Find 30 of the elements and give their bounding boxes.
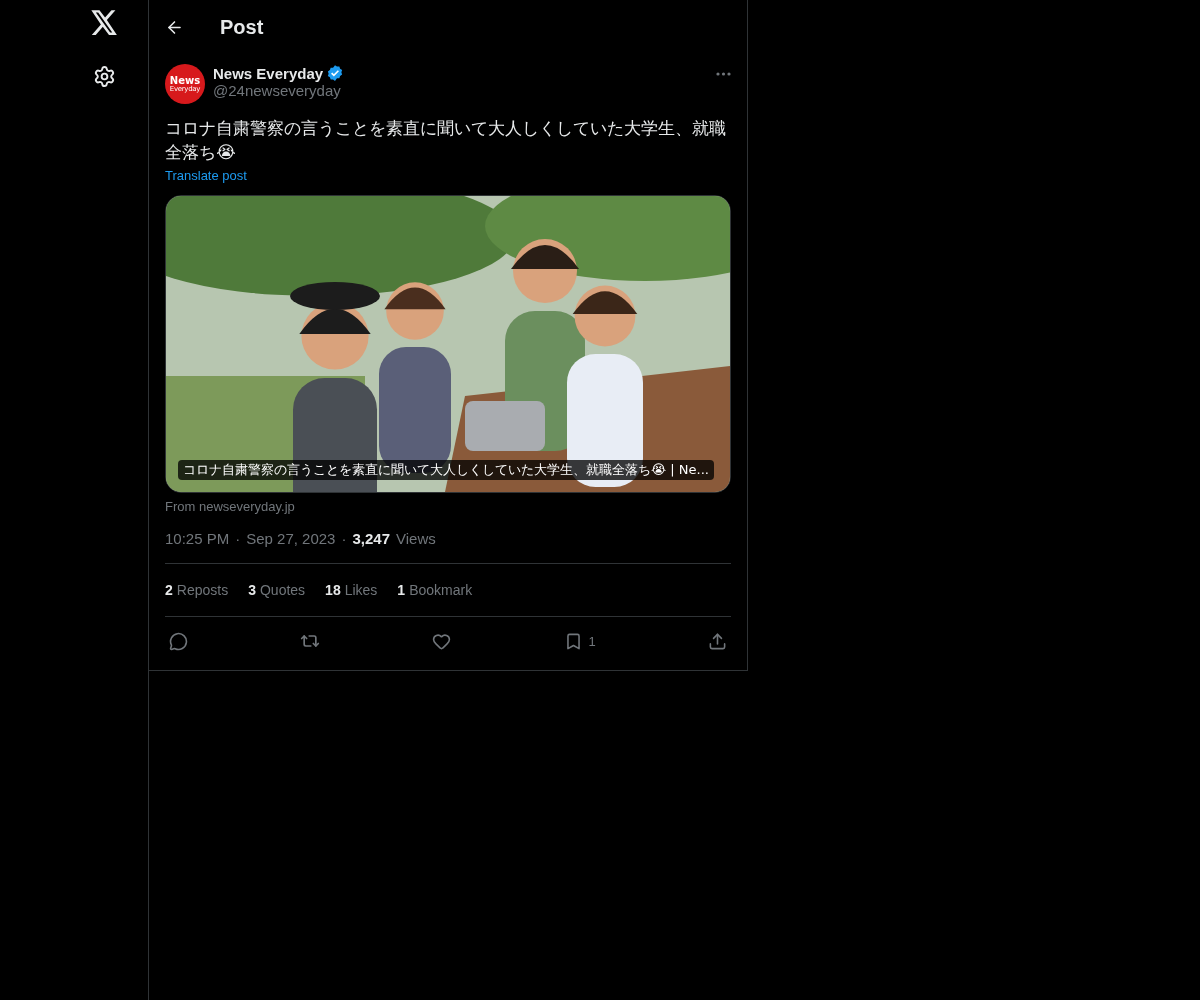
post-text: コロナ自粛警察の言うことを素直に聞いて大人しくしていた大学生、就職全落ち😭 <box>165 117 727 164</box>
home-logo-button[interactable] <box>90 10 118 35</box>
stat-link[interactable]: 1 Bookmark <box>397 582 473 598</box>
heart-icon <box>432 631 452 651</box>
share-icon <box>708 631 727 651</box>
page-title: Post <box>220 15 264 39</box>
author-name[interactable]: News Everyday <box>213 64 324 82</box>
separator-dot: · <box>235 530 241 547</box>
stat-link[interactable]: 2 Reposts <box>165 582 229 598</box>
card-caption: コロナ自粛警察の言うことを素直に聞いて大人しくしていた大学生、就職全落ち😭 | Ne... <box>178 460 714 480</box>
card-source: From newseveryday.jp <box>165 499 296 514</box>
link-card[interactable]: コロナ自粛警察の言うことを素直に聞いて大人しくしていた大学生、就職全落ち😭 | Ne... <box>165 195 731 493</box>
more-icon <box>716 72 731 76</box>
views-count: 3,247 <box>352 530 390 547</box>
settings-button[interactable] <box>92 65 116 88</box>
bookmark-button[interactable]: 1 <box>563 631 596 651</box>
reply-button[interactable] <box>169 631 188 651</box>
like-button[interactable] <box>432 631 452 651</box>
reply-icon <box>169 631 188 651</box>
more-button[interactable] <box>716 72 731 76</box>
share-button[interactable] <box>708 631 727 651</box>
separator-dot: · <box>341 530 347 547</box>
translate-link[interactable]: Translate post <box>165 168 247 183</box>
post-date[interactable]: Sep 27, 2023 <box>246 530 336 547</box>
settings-icon <box>92 65 116 88</box>
stat-link[interactable]: 3 Quotes <box>248 582 306 598</box>
views-label: Views <box>396 530 436 547</box>
stat-link[interactable]: 18 Likes <box>325 582 378 598</box>
author-handle[interactable]: @24newseveryday <box>213 82 708 99</box>
post-time[interactable]: 10:25 PM <box>165 530 230 547</box>
